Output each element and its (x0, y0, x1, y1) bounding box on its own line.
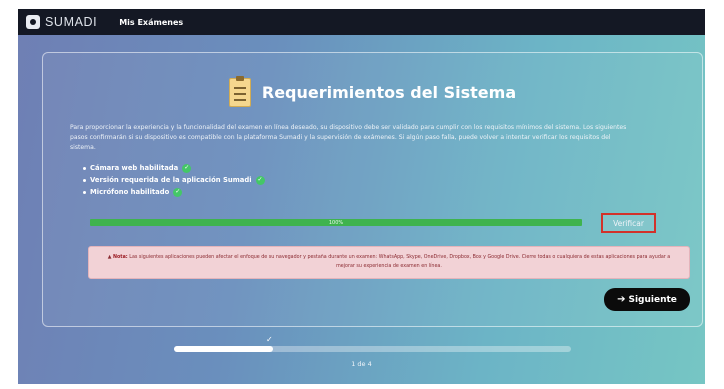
next-button[interactable]: ➔ Siguiente (604, 288, 690, 311)
sumadi-logo[interactable]: SUMADI (26, 15, 97, 29)
requirement-microphone: Micrófono habilitado ✓ (83, 186, 265, 198)
verify-button[interactable]: Verificar (601, 213, 656, 233)
clipboard-icon (228, 76, 251, 107)
requirement-label: Versión requerida de la aplicación Sumad… (90, 176, 252, 184)
intro-paragraph: Para proporcionar la experiencia y la fu… (70, 124, 627, 151)
requirement-label: Cámara web habilitada (90, 164, 179, 172)
title-row: Requerimientos del Sistema (43, 76, 702, 107)
note-banner: ▲ Nota: Las siguientes aplicaciones pued… (88, 246, 690, 279)
warning-icon: ▲ (107, 255, 112, 260)
step-progress-fill (174, 346, 274, 352)
logo-text: SUMADI (45, 15, 98, 29)
check-circle-icon: ✓ (255, 175, 265, 185)
nav-mis-examenes[interactable]: Mis Exámenes (119, 18, 183, 27)
next-button-label: Siguiente (628, 294, 677, 305)
requirement-label: Micrófono habilitado (90, 188, 170, 196)
check-circle-icon: ✓ (182, 163, 192, 173)
bullet (83, 166, 86, 170)
requirements-list: Cámara web habilitada ✓ Versión requerid… (83, 162, 265, 198)
arrow-right-icon: ➔ (617, 294, 626, 305)
note-text: Las siguientes aplicaciones pueden afect… (129, 255, 671, 269)
step-check-icon: ✓ (266, 335, 273, 344)
progress-fill: 100% (90, 219, 582, 226)
step-counter: 1 de 4 (351, 360, 372, 368)
requirement-webcam: Cámara web habilitada ✓ (83, 162, 265, 174)
top-navbar: SUMADI Mis Exámenes (18, 9, 705, 35)
requirements-card: Requerimientos del Sistema Para proporci… (42, 52, 703, 327)
sumadi-logo-icon (26, 15, 40, 29)
bullet (83, 190, 86, 194)
progress-label: 100% (328, 219, 344, 226)
verification-progress-bar: 100% (90, 219, 582, 226)
requirement-app-version: Versión requerida de la aplicación Sumad… (83, 174, 265, 186)
check-circle-icon: ✓ (173, 187, 183, 197)
step-progress-track (174, 346, 571, 352)
note-label: Nota: (112, 255, 128, 260)
page-title: Requerimientos del Sistema (261, 83, 517, 102)
app-frame: SUMADI Mis Exámenes Requerimientos del S… (18, 9, 705, 384)
bullet (83, 178, 86, 182)
